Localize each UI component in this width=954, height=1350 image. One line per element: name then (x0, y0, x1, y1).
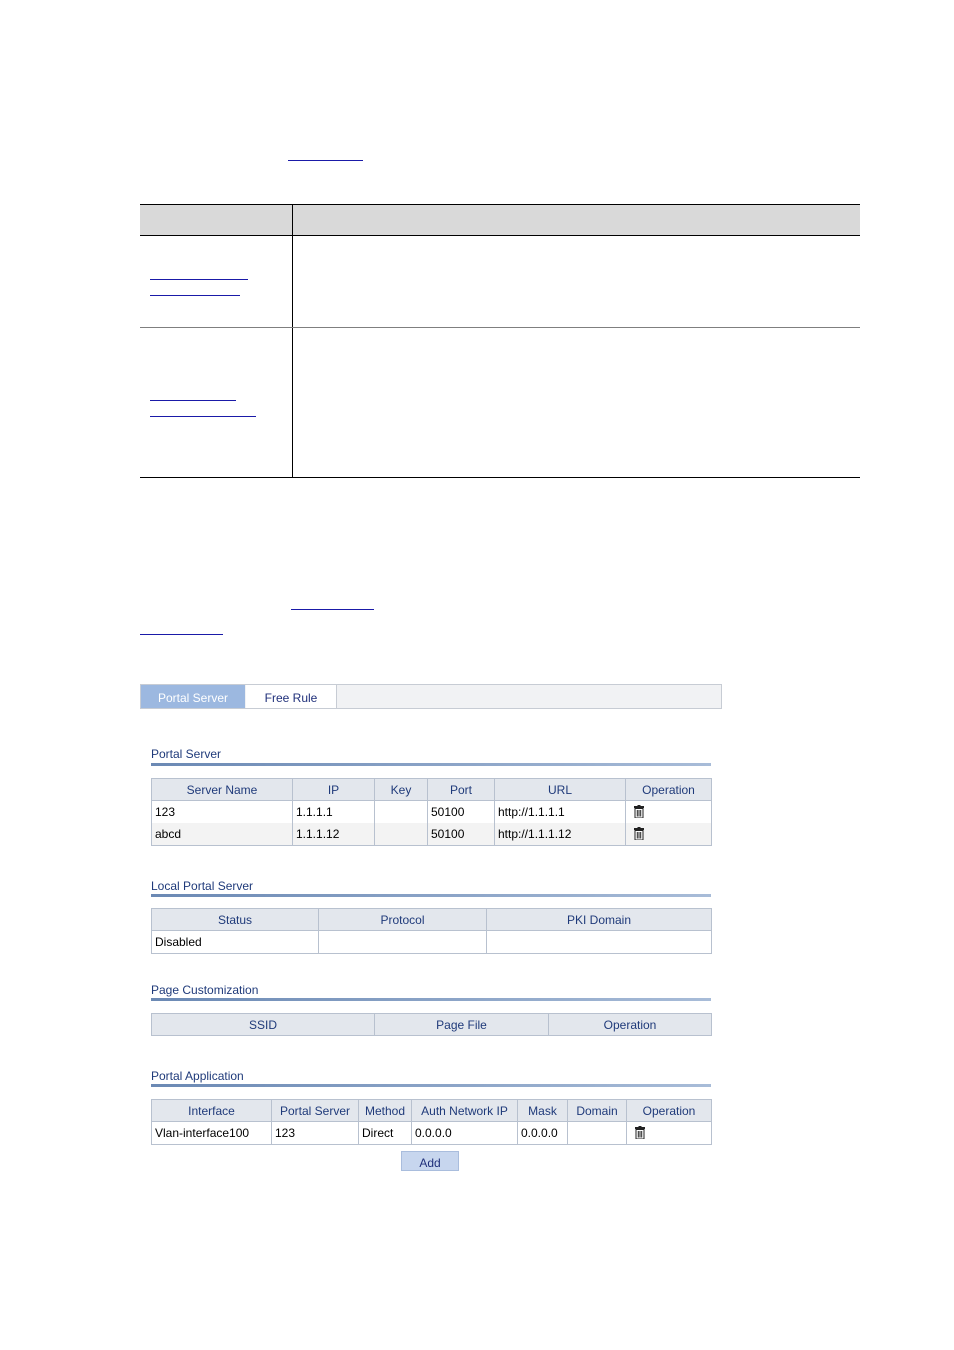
page-customization-title: Page Customization (151, 983, 259, 997)
portal-application-table: Interface Portal Server Method Auth Netw… (151, 1099, 712, 1145)
col-operation: Operation (548, 1013, 712, 1036)
col-ip: IP (292, 778, 375, 801)
doc-table (140, 204, 860, 478)
local-portal-header-row: Status Protocol PKI Domain (151, 908, 712, 931)
col-method: Method (358, 1099, 412, 1122)
col-page-file: Page File (374, 1013, 549, 1036)
cell-port: 50100 (427, 823, 495, 846)
portal-config-panel: Portal Server Free Rule Portal Server Se… (140, 684, 722, 1184)
page-customization-rule (151, 998, 711, 1001)
local-portal-server-title: Local Portal Server (151, 879, 254, 893)
cell-key (374, 823, 428, 846)
doc-link-7[interactable] (140, 634, 223, 635)
trash-icon[interactable] (634, 805, 644, 819)
cell-ip: 1.1.1.12 (292, 823, 375, 846)
local-portal-server-rule (151, 894, 711, 897)
col-port: Port (427, 778, 495, 801)
cell-url: http://1.1.1.12 (494, 823, 626, 846)
cell-url: http://1.1.1.1 (494, 800, 626, 823)
trash-icon[interactable] (634, 827, 644, 841)
page-customization-header-row: SSID Page File Operation (151, 1013, 712, 1036)
cell-ip: 1.1.1.1 (292, 800, 375, 823)
col-key: Key (374, 778, 428, 801)
col-operation: Operation (625, 778, 712, 801)
doc-link-4[interactable] (150, 400, 236, 401)
col-portal-server: Portal Server (271, 1099, 359, 1122)
col-mask: Mask (517, 1099, 568, 1122)
col-ssid: SSID (151, 1013, 375, 1036)
portal-application-title: Portal Application (151, 1069, 244, 1083)
portal-server-table: Server Name IP Key Port URL Operation 12… (151, 778, 712, 846)
cell-protocol (318, 930, 487, 954)
add-button[interactable]: Add (401, 1151, 459, 1171)
col-operation: Operation (626, 1099, 712, 1122)
portal-server-rule (151, 763, 711, 766)
col-url: URL (494, 778, 626, 801)
doc-link-6[interactable] (291, 609, 374, 610)
cell-status: Disabled (151, 930, 319, 954)
tab-free-rule[interactable]: Free Rule (246, 685, 337, 708)
cell-interface: Vlan-interface100 (151, 1121, 272, 1145)
cell-server-name: abcd (151, 823, 293, 846)
doc-table-header (140, 205, 860, 236)
tab-portal-server[interactable]: Portal Server (141, 685, 245, 708)
cell-key (374, 800, 428, 823)
cell-operation (626, 1121, 712, 1145)
doc-link-2[interactable] (150, 279, 248, 280)
col-protocol: Protocol (318, 908, 487, 931)
doc-link-1[interactable] (288, 160, 363, 161)
col-pki-domain: PKI Domain (486, 908, 712, 931)
doc-link-3[interactable] (150, 295, 240, 296)
cell-method: Direct (358, 1121, 412, 1145)
doc-table-row-divider (140, 327, 860, 328)
trash-icon[interactable] (635, 1126, 645, 1140)
doc-table-divider (292, 205, 293, 477)
col-status: Status (151, 908, 319, 931)
cell-operation (625, 823, 712, 846)
local-portal-server-table: Status Protocol PKI Domain Disabled (151, 908, 712, 954)
col-interface: Interface (151, 1099, 272, 1122)
tab-bar: Portal Server Free Rule (140, 684, 722, 709)
page-customization-table: SSID Page File Operation (151, 1013, 712, 1036)
portal-application-rule (151, 1084, 711, 1087)
table-row: Vlan-interface100 123 Direct 0.0.0.0 0.0… (151, 1121, 712, 1145)
portal-server-title: Portal Server (151, 747, 222, 761)
cell-domain (567, 1121, 627, 1145)
cell-portal-server: 123 (271, 1121, 359, 1145)
cell-mask: 0.0.0.0 (517, 1121, 568, 1145)
doc-link-5[interactable] (150, 416, 256, 417)
cell-pki-domain (486, 930, 712, 954)
table-row: abcd 1.1.1.12 50100 http://1.1.1.12 (151, 823, 712, 846)
cell-port: 50100 (427, 800, 495, 823)
portal-application-header-row: Interface Portal Server Method Auth Netw… (151, 1099, 712, 1122)
col-domain: Domain (567, 1099, 627, 1122)
cell-operation (625, 800, 712, 823)
cell-auth-network-ip: 0.0.0.0 (411, 1121, 518, 1145)
portal-server-header-row: Server Name IP Key Port URL Operation (151, 778, 712, 801)
col-server-name: Server Name (151, 778, 293, 801)
table-row: 123 1.1.1.1 50100 http://1.1.1.1 (151, 800, 712, 823)
cell-server-name: 123 (151, 800, 293, 823)
table-row: Disabled (151, 930, 712, 954)
col-auth-network-ip: Auth Network IP (411, 1099, 518, 1122)
